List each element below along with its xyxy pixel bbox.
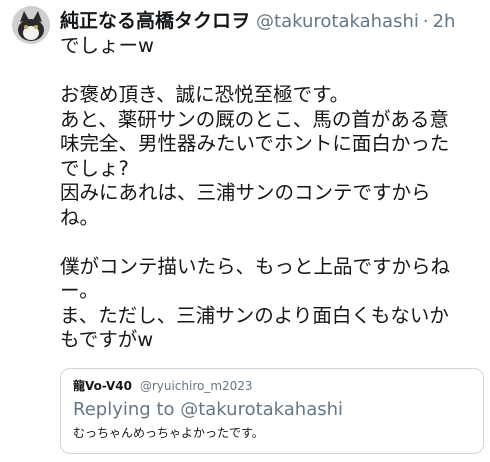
tweet-line: ま、ただし、三浦サンのより面白くもないか [60,303,449,327]
avatar-cat-icon [12,6,50,44]
tweet-line-blank [60,59,486,84]
tweet-line: でしょーw [60,34,154,57]
tweet[interactable]: 純正なる高橋タクロヲ @takurotakahashi · 2h でしょーw お… [0,0,490,462]
replying-to-label: Replying to @takurotakahashi [73,399,344,420]
tweet-line: ー。 [60,279,99,302]
quoted-author-name: 龍Vo-V40 [73,379,132,393]
tweet-line: 僕がコンテ描いたら、もっと上品ですからね [60,254,451,278]
tweet-line: お褒め頂き、誠に恐悦至極です。 [60,83,350,106]
tweet-body: でしょーw お褒め頂き、誠に恐悦至極です。 あと、薬研サンの厩のとこ、馬の首があ… [60,34,486,353]
avatar[interactable] [12,6,50,44]
author-handle[interactable]: @takurotakahashi [256,11,419,32]
quoted-header: 龍Vo-V40 @ryuichiro_m2023 [73,378,471,394]
separator-dot: · [422,11,429,32]
tweet-header: 純正なる高橋タクロヲ @takurotakahashi · 2h [60,6,488,34]
quoted-text: むっちゃんめっちゃよかったです。 [73,426,264,440]
tweet-line: あと、薬研サンの厩のとこ、馬の首がある意 [60,107,449,131]
tweet-line: 因みにあれは、三浦サンのコンテですから [60,181,431,204]
author-name[interactable]: 純正なる高橋タクロヲ [60,6,250,33]
quoted-tweet[interactable]: 龍Vo-V40 @ryuichiro_m2023 Replying to @ta… [60,368,484,454]
timestamp[interactable]: 2h [433,11,456,32]
tweet-line: 味完全、男性器みたいでホントに面白かった [60,132,450,155]
tweet-line: でしょ? [60,156,129,180]
tweet-line: ね。 [60,205,100,229]
tweet-line-blank [60,230,486,255]
tweet-line: もですがw [60,328,154,351]
quoted-author-handle: @ryuichiro_m2023 [139,379,253,393]
